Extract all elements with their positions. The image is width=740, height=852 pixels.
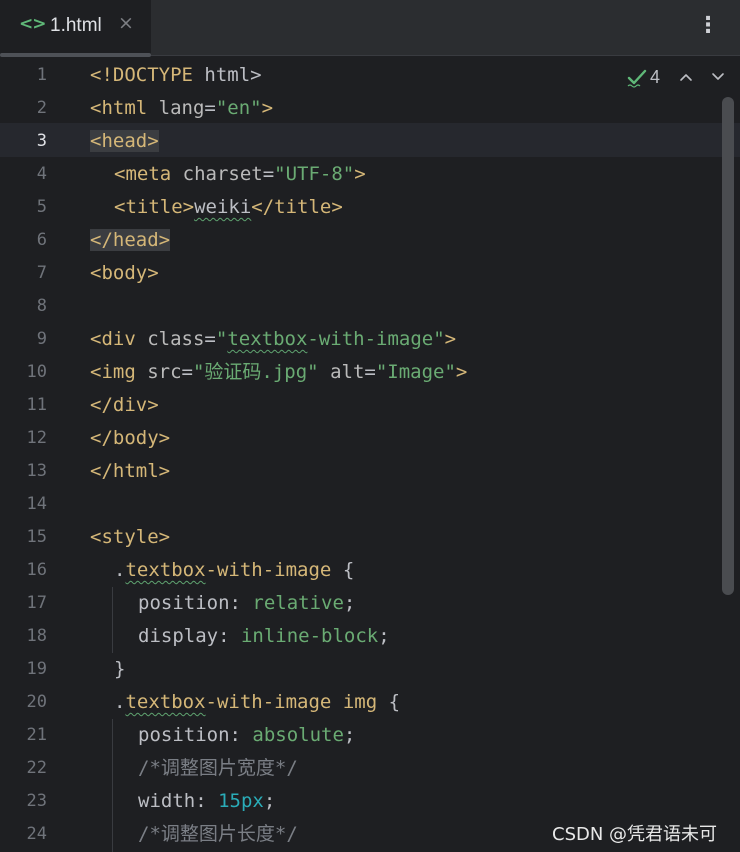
code-line-7: <body> bbox=[90, 262, 159, 284]
code-editor: <> 1.html × ⋮ 1 2 3 4 5 6 7 8 9 10 11 12… bbox=[0, 0, 740, 852]
line-number: 1 bbox=[36, 65, 47, 85]
line-number: 21 bbox=[26, 725, 47, 745]
line-number: 20 bbox=[26, 692, 47, 712]
code-line-16: .textbox-with-image { bbox=[114, 559, 355, 581]
chevron-up-icon[interactable] bbox=[678, 69, 694, 85]
more-options-icon[interactable]: ⋮ bbox=[697, 12, 719, 40]
line-number: 14 bbox=[26, 494, 47, 514]
code-line-9: <div class="textbox-with-image"> bbox=[90, 328, 457, 350]
line-number: 16 bbox=[26, 560, 47, 580]
code-line-4: <meta charset="UTF-8"> bbox=[114, 163, 366, 185]
code-line-3: <head> bbox=[90, 125, 159, 158]
code-line-23: width: 15px; bbox=[138, 790, 276, 812]
code-line-15: <style> bbox=[90, 526, 171, 548]
close-icon[interactable]: × bbox=[118, 12, 134, 34]
code-line-13: </html> bbox=[90, 460, 171, 482]
typo-squiggle: textbox bbox=[227, 328, 308, 350]
check-icon bbox=[627, 69, 647, 88]
line-number: 18 bbox=[26, 626, 47, 646]
code-line-5: <title>weiki</title> bbox=[114, 196, 343, 218]
code-line-20: .textbox-with-image img { bbox=[114, 691, 401, 713]
line-number: 11 bbox=[26, 395, 47, 415]
code-line-19: } bbox=[114, 658, 126, 680]
vertical-scrollbar-thumb[interactable] bbox=[722, 97, 734, 595]
code-line-10: <img src="验证码.jpg" alt="Image"> bbox=[90, 361, 468, 383]
matched-tag-highlight: <head> bbox=[90, 130, 159, 152]
line-number: 22 bbox=[26, 758, 47, 778]
line-number: 10 bbox=[26, 362, 47, 382]
line-number: 8 bbox=[36, 296, 47, 316]
line-number: 17 bbox=[26, 593, 47, 613]
code-line-22: /*调整图片宽度*/ bbox=[138, 757, 298, 779]
line-number: 19 bbox=[26, 659, 47, 679]
code-line-21: position: absolute; bbox=[138, 724, 356, 746]
chevron-down-icon[interactable] bbox=[710, 69, 726, 85]
line-number: 15 bbox=[26, 527, 47, 547]
code-line-6: </head> bbox=[90, 224, 171, 257]
line-number: 2 bbox=[36, 98, 47, 118]
code-line-24: /*调整图片长度*/ bbox=[138, 823, 298, 845]
tab-1-html[interactable]: <> 1.html × bbox=[0, 0, 151, 57]
typo-squiggle: weiki bbox=[194, 196, 252, 218]
matched-tag-highlight: </head> bbox=[90, 229, 171, 251]
inspection-count: 4 bbox=[650, 67, 661, 87]
code-line-11: </div> bbox=[90, 394, 159, 416]
line-number: 6 bbox=[36, 230, 47, 250]
typo-squiggle: textbox bbox=[125, 559, 206, 581]
code-line-18: display: inline-block; bbox=[138, 625, 390, 647]
code-line-17: position: relative; bbox=[138, 592, 356, 614]
watermark: CSDN @凭君语未可 bbox=[552, 824, 718, 845]
editor-tab-bar: <> 1.html × ⋮ bbox=[0, 0, 740, 57]
line-number-active: 3 bbox=[36, 131, 47, 151]
line-number: 4 bbox=[36, 164, 47, 184]
line-number: 23 bbox=[26, 791, 47, 811]
line-number: 12 bbox=[26, 428, 47, 448]
typo-squiggle: textbox bbox=[125, 691, 206, 713]
code-area[interactable]: 1 2 3 4 5 6 7 8 9 10 11 12 13 14 15 16 1… bbox=[0, 57, 740, 852]
line-number: 7 bbox=[36, 263, 47, 283]
line-number: 9 bbox=[36, 329, 47, 349]
line-number: 24 bbox=[26, 824, 47, 844]
indent-guide bbox=[112, 587, 113, 653]
html-code-icon: <> bbox=[19, 14, 46, 34]
line-number: 13 bbox=[26, 461, 47, 481]
code-line-12: </body> bbox=[90, 427, 171, 449]
line-number: 5 bbox=[36, 197, 47, 217]
indent-guide bbox=[112, 719, 113, 852]
code-line-2: <html lang="en"> bbox=[90, 97, 274, 119]
tab-filename: 1.html bbox=[50, 15, 102, 36]
code-line-1: <!DOCTYPE html> bbox=[90, 64, 262, 86]
